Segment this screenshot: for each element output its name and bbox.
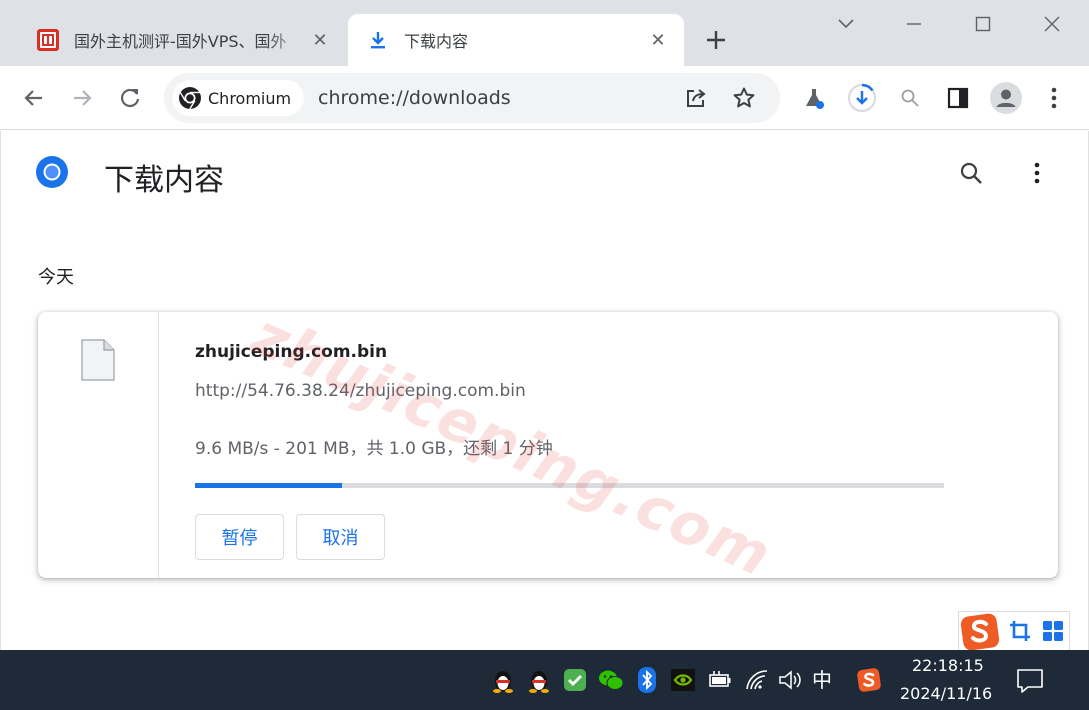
browser-menu-icon[interactable] <box>1034 78 1074 118</box>
omnibox[interactable]: Chromium chrome://downloads <box>164 73 780 123</box>
page-title: 下载内容 <box>104 163 224 198</box>
screenshot-crop-icon[interactable] <box>1009 620 1031 642</box>
download-progress-fill <box>195 483 342 488</box>
chromium-logo-icon <box>179 87 201 110</box>
date-group-header: 今天 <box>38 267 74 288</box>
chromium-logo-icon <box>36 156 68 188</box>
tab-close-icon[interactable]: ✕ <box>308 28 332 52</box>
window-close-icon[interactable] <box>1032 8 1072 40</box>
labs-flask-icon[interactable] <box>794 78 834 118</box>
site-chip-label: Chromium <box>208 88 292 108</box>
tab-close-icon[interactable]: ✕ <box>646 28 670 52</box>
notification-center-icon[interactable] <box>1016 668 1044 694</box>
sogou-ime-floating-toolbar <box>958 611 1070 651</box>
downloads-page: 下载内容 今天 zhujiceping.com.bin http://54.76… <box>0 131 1089 650</box>
ime-mode-indicator[interactable]: 中 <box>812 664 832 693</box>
search-downloads-icon[interactable] <box>953 155 989 191</box>
qq-penguin-icon[interactable] <box>489 666 517 694</box>
back-arrow-icon[interactable] <box>14 78 54 118</box>
maximize-icon[interactable] <box>963 8 1003 40</box>
clock-date[interactable]: 2024/11/16 <box>900 684 992 703</box>
windows-taskbar: 中 22:18:15 2024/11/16 <box>0 650 1089 710</box>
sogou-ime-logo-icon[interactable] <box>959 610 1001 652</box>
reload-icon[interactable] <box>110 78 150 118</box>
pause-button[interactable]: 暂停 <box>195 514 284 560</box>
security-shield-check-icon[interactable] <box>561 666 589 694</box>
toolbox-grid-icon[interactable] <box>1042 620 1064 642</box>
download-progress-icon[interactable] <box>842 78 882 118</box>
zhujiceping-favicon-icon <box>36 28 60 52</box>
tab-search-chevron-down-icon[interactable] <box>826 8 866 40</box>
wifi-icon[interactable] <box>743 666 771 694</box>
clock-time[interactable]: 22:18:15 <box>912 656 984 675</box>
side-panel-icon[interactable] <box>938 78 978 118</box>
bookmark-star-icon[interactable] <box>728 82 760 114</box>
sogou-ime-tray-icon[interactable] <box>855 666 883 694</box>
browser-toolbar: Chromium chrome://downloads <box>0 66 1089 130</box>
download-favicon-icon <box>366 28 390 52</box>
volume-icon[interactable] <box>776 666 804 694</box>
file-icon <box>81 339 115 381</box>
tab-title: 国外主机测评-国外VPS、国外 <box>74 32 287 51</box>
cancel-button[interactable]: 取消 <box>296 514 385 560</box>
bluetooth-icon[interactable] <box>633 666 661 694</box>
new-tab-button[interactable] <box>700 24 732 56</box>
wechat-icon[interactable] <box>597 666 625 694</box>
zoom-search-icon[interactable] <box>890 78 930 118</box>
battery-plug-icon[interactable] <box>705 666 733 694</box>
minimize-icon[interactable] <box>894 8 934 40</box>
file-icon-column <box>38 312 159 578</box>
tab-strip: 国外主机测评-国外VPS、国外 ✕ 下载内容 ✕ <box>0 0 1089 66</box>
share-icon[interactable] <box>680 82 712 114</box>
more-options-icon[interactable] <box>1019 155 1055 191</box>
url-text[interactable]: chrome://downloads <box>318 73 511 123</box>
nvidia-icon[interactable] <box>669 666 697 694</box>
profile-avatar-icon[interactable] <box>986 78 1026 118</box>
site-chip[interactable]: Chromium <box>172 80 304 116</box>
forward-arrow-icon[interactable] <box>62 78 102 118</box>
tab-title: 下载内容 <box>404 32 469 51</box>
qq-penguin-icon[interactable] <box>525 666 553 694</box>
tab-downloads[interactable]: 下载内容 ✕ <box>348 14 684 66</box>
tab-zhujiceping[interactable]: 国外主机测评-国外VPS、国外 ✕ <box>18 14 346 66</box>
